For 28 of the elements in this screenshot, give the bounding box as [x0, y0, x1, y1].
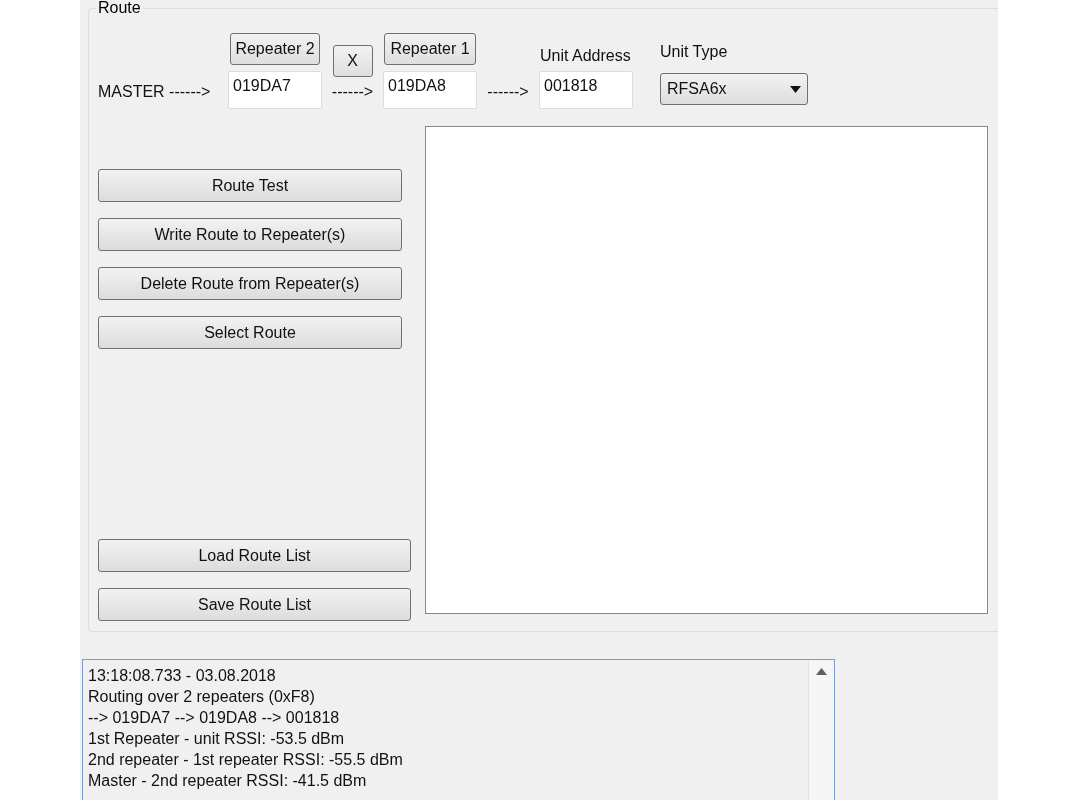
action-button[interactable]: Select Route: [98, 316, 402, 349]
log-line: 2nd repeater - 1st repeater RSSI: -55.5 dBm: [88, 750, 404, 770]
field-label: Unit Address: [540, 47, 632, 65]
route-list-box[interactable]: [425, 126, 988, 614]
log-line: --> 019DA7 --> 019DA8 --> 001818: [88, 708, 341, 728]
source-label: MASTER ------>: [98, 83, 212, 101]
unit-type-dropdown[interactable]: RFSA6x: [660, 73, 808, 105]
field-label: Unit Type: [660, 43, 729, 61]
unit-address-field[interactable]: 001818: [539, 71, 633, 109]
arrow-label: ------>: [331, 83, 374, 101]
action-button[interactable]: Load Route List: [98, 539, 411, 572]
arrow-label: ------>: [487, 83, 529, 101]
scroll-up-icon[interactable]: [816, 668, 827, 675]
log-line: 13:18:08.733 - 03.08.2018: [88, 666, 277, 686]
repeater-button[interactable]: Repeater 2: [230, 33, 320, 65]
action-button[interactable]: Write Route to Repeater(s): [98, 218, 402, 251]
remove-button[interactable]: X: [332, 45, 373, 77]
log-line: Master - 2nd repeater RSSI: -41.5 dBm: [88, 771, 368, 791]
address-field[interactable]: 019DA7: [228, 71, 322, 109]
address-field[interactable]: 019DA8: [383, 71, 477, 109]
action-button[interactable]: Route Test: [98, 169, 402, 202]
action-button[interactable]: Delete Route from Repeater(s): [98, 267, 402, 300]
scrollbar[interactable]: [808, 660, 834, 800]
log-line: 1st Repeater - unit RSSI: -53.5 dBm: [88, 729, 346, 749]
dropdown-caret-icon: [790, 85, 801, 93]
repeater-button[interactable]: Repeater 1: [384, 33, 476, 65]
action-button[interactable]: Save Route List: [98, 588, 411, 621]
log-line: Routing over 2 repeaters (0xF8): [88, 687, 316, 707]
